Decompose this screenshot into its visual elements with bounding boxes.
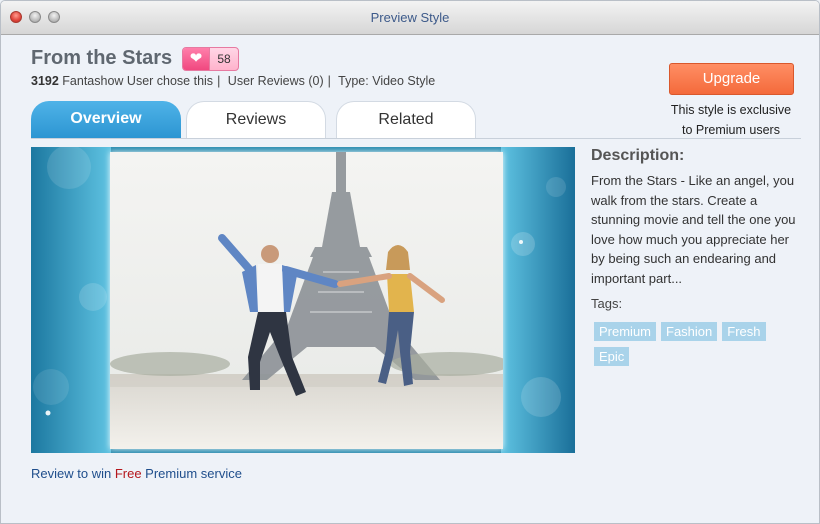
title-bar: Preview Style	[1, 1, 819, 35]
style-preview-player[interactable]	[31, 147, 575, 453]
premium-note-line1: This style is exclusive	[670, 103, 792, 117]
tab-related[interactable]: Related	[336, 101, 476, 138]
style-type: Type: Video Style	[338, 74, 436, 88]
style-meta: 3192 Fantashow User chose this | User Rev…	[31, 74, 436, 88]
description-title: Description:	[591, 147, 685, 164]
user-chose-text: Fantashow User chose this	[62, 74, 214, 88]
review-link-prefix: Review to win	[31, 466, 115, 481]
tag-premium[interactable]: Premium	[594, 322, 657, 341]
tag-epic[interactable]: Epic	[594, 347, 630, 366]
style-title: From the Stars	[31, 47, 173, 69]
like-badge[interactable]: ❤ 58	[182, 47, 239, 71]
premium-note-line2: to Premium users	[682, 123, 780, 137]
review-to-win-link[interactable]: Review to win Free Premium service	[31, 466, 242, 481]
like-count: 58	[217, 52, 231, 66]
tab-overview[interactable]: Overview	[31, 101, 181, 138]
preview-style-window: Preview Style From the Stars ❤ 58 3192 F…	[0, 0, 820, 524]
preview-photo	[110, 152, 503, 449]
review-link-suffix: Premium service	[141, 466, 242, 481]
premium-note: This style is exclusive to Premium users	[641, 100, 819, 140]
user-count: 3192	[31, 74, 59, 88]
window-title: Preview Style	[370, 10, 450, 25]
description-text: From the Stars - Like an angel, you walk…	[591, 173, 796, 286]
tag-fresh[interactable]: Fresh	[722, 322, 766, 341]
tags-label: Tags:	[591, 296, 623, 311]
upgrade-button[interactable]: Upgrade	[669, 63, 794, 95]
review-link-free: Free	[114, 466, 142, 481]
heart-icon[interactable]: ❤	[183, 48, 210, 70]
eiffel-scene-image	[110, 152, 503, 449]
tabs-divider	[31, 138, 801, 139]
tag-fashion[interactable]: Fashion	[661, 322, 718, 341]
tab-reviews[interactable]: Reviews	[186, 101, 326, 138]
user-reviews-link[interactable]: User Reviews (0)	[228, 74, 324, 88]
tags-list: Premium Fashion Fresh Epic	[594, 322, 804, 372]
